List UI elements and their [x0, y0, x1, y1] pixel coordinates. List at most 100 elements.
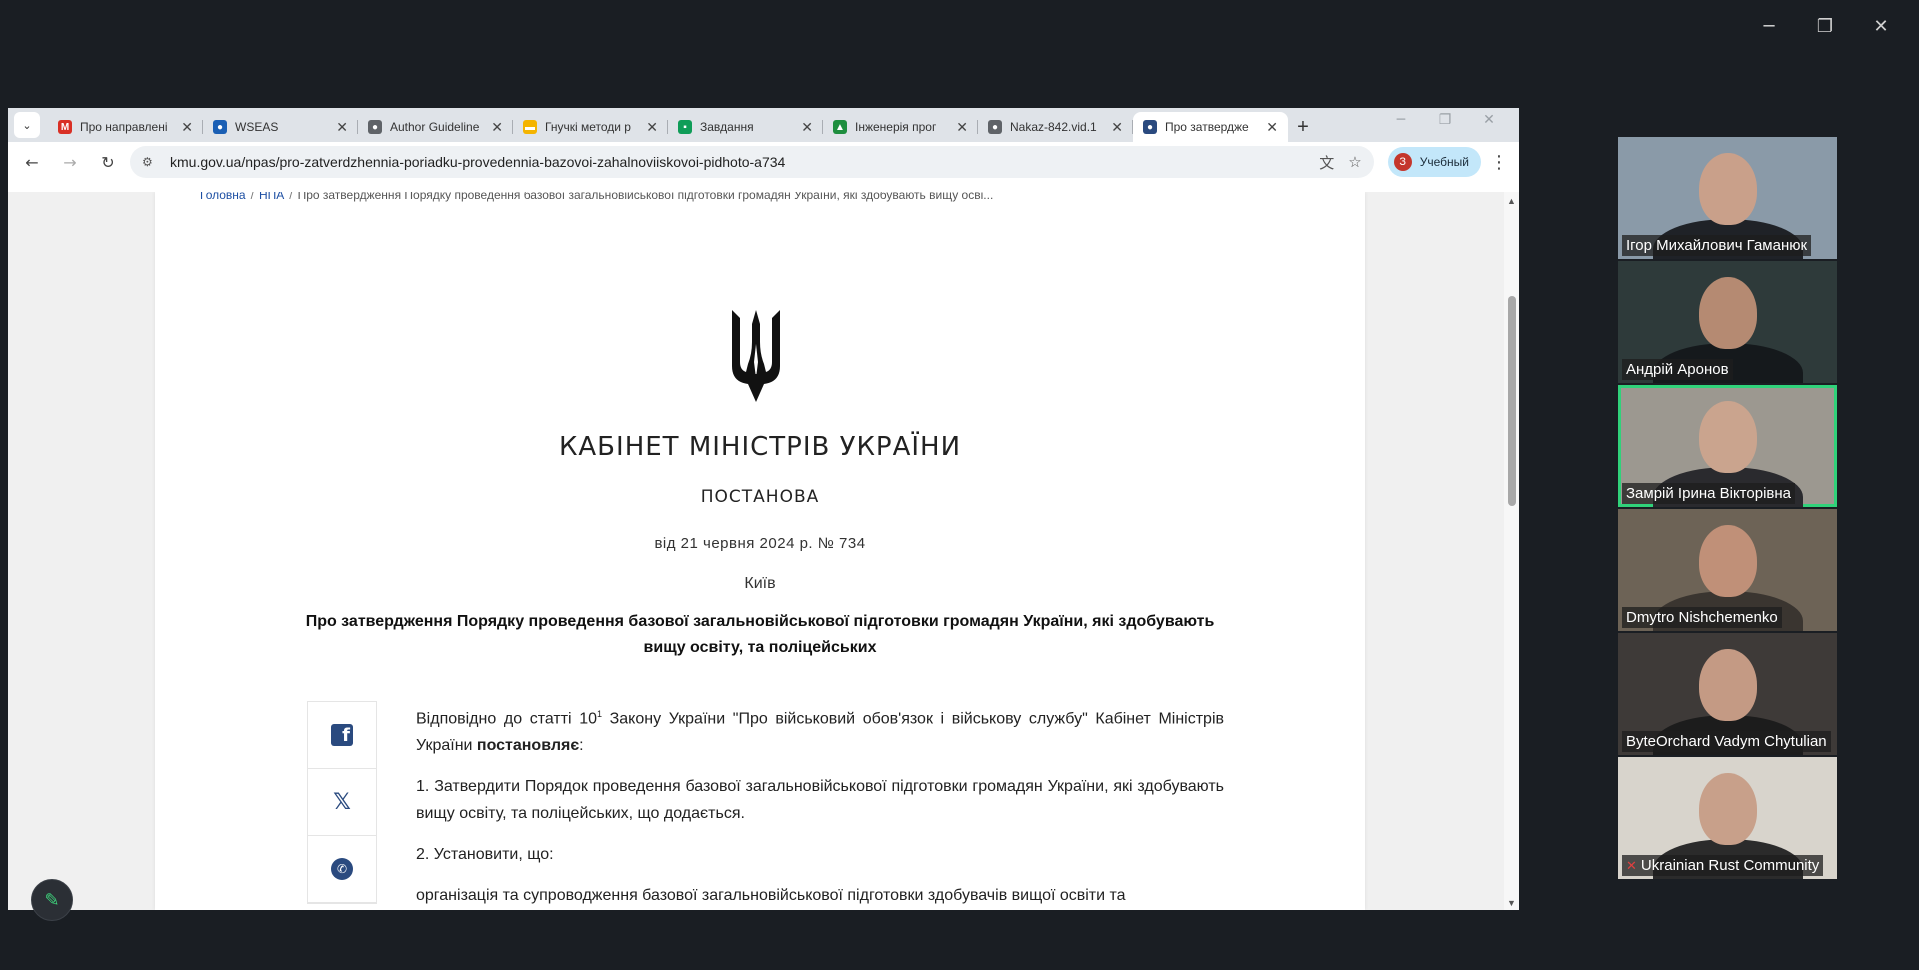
- tab-close-icon[interactable]: ✕: [801, 119, 813, 136]
- whatsapp-share-button[interactable]: ✆: [308, 836, 376, 903]
- page-viewport: Головна / НПА / Про затвердження Порядку про…: [8, 192, 1504, 910]
- participant-video-tile[interactable]: Dmytro Nishchemenko: [1618, 509, 1837, 631]
- browser-minimize-icon[interactable]: ─: [1379, 112, 1423, 128]
- translate-icon[interactable]: 文: [1319, 152, 1334, 173]
- x-share-button[interactable]: 𝕏: [308, 769, 376, 836]
- profile-label: Учебный: [1419, 155, 1469, 169]
- browser-menu-icon[interactable]: ⋮: [1487, 152, 1511, 173]
- scroll-up-icon[interactable]: ▲: [1507, 196, 1516, 206]
- participant-video-tile[interactable]: Ігор Михайлович Гаманюк: [1618, 137, 1837, 259]
- tab-title: Про затвердже: [1165, 120, 1249, 134]
- tab-close-icon[interactable]: ✕: [336, 119, 348, 136]
- tab-title: Nakaz-842.vid.1: [1010, 120, 1097, 134]
- facebook-icon: f: [331, 724, 353, 746]
- participant-video-tile[interactable]: Замрій Ірина Вікторівна: [1618, 385, 1837, 507]
- address-bar[interactable]: ⚙ kmu.gov.ua/npas/pro-zatverdzhennia-por…: [130, 146, 1374, 178]
- share-buttons: f 𝕏 ✆: [307, 701, 377, 904]
- tab-favicon-icon: ●: [1143, 120, 1157, 134]
- tab-search-icon[interactable]: ⌄: [14, 112, 40, 138]
- browser-close-icon[interactable]: ✕: [1467, 112, 1511, 128]
- browser-tab[interactable]: M Про направлені ✕: [48, 112, 203, 142]
- browser-tab[interactable]: ● Author Guideline ✕: [358, 112, 513, 142]
- document-page: Головна / НПА / Про затвердження Порядку про…: [155, 192, 1365, 910]
- document-body: Відповідно до статті 101 Закону України …: [416, 701, 1224, 910]
- scroll-down-icon[interactable]: ▼: [1507, 898, 1516, 908]
- minimize-window-button[interactable]: ─: [1741, 8, 1797, 44]
- resolution-date: від 21 червня 2024 р. № 734: [654, 535, 866, 552]
- participant-name: Замрій Ірина Вікторівна: [1622, 483, 1795, 504]
- forward-arrow-icon[interactable]: →: [54, 146, 86, 178]
- participant-video-tile[interactable]: Андрій Аронов: [1618, 261, 1837, 383]
- tab-favicon-icon: ▬: [523, 120, 537, 134]
- paragraph-3: 2. Установити, що:: [416, 846, 554, 864]
- restore-window-button[interactable]: ❐: [1797, 8, 1853, 44]
- tab-close-icon[interactable]: ✕: [1266, 119, 1278, 136]
- annotate-pencil-button[interactable]: ✎: [31, 879, 73, 921]
- resolution-city: Київ: [744, 575, 776, 592]
- tab-title: Інженерія прог: [855, 120, 937, 134]
- participant-video-tile[interactable]: ByteOrchard Vadym Chytulian: [1618, 633, 1837, 755]
- breadcrumb-home-link[interactable]: Головна: [200, 192, 246, 202]
- browser-tab[interactable]: ▲ Інженерія прог ✕: [823, 112, 978, 142]
- browser-tab[interactable]: ▪ Завдання ✕: [668, 112, 823, 142]
- new-tab-button[interactable]: +: [1288, 112, 1318, 142]
- tab-title: Author Guideline: [390, 120, 480, 134]
- breadcrumb-current: Про затвердження Порядку проведення базо…: [297, 192, 994, 202]
- tab-strip: ⌄ M Про направлені ✕ ● WSEAS ✕ ● Author Guideli…: [8, 108, 1519, 142]
- browser-tab[interactable]: ● Про затвердже ✕: [1133, 112, 1288, 142]
- page-heading: КАБІНЕТ МІНІСТРІВ УКРАЇНИ: [558, 432, 962, 462]
- browser-toolbar: ← → ↻ ⚙ kmu.gov.ua/npas/pro-zatverdzhenn…: [8, 142, 1519, 182]
- breadcrumb-npa-link[interactable]: НПА: [259, 192, 284, 202]
- document-title: Про затвердження Порядку проведення базо…: [305, 613, 1215, 656]
- tab-favicon-icon: ●: [213, 120, 227, 134]
- tab-close-icon[interactable]: ✕: [491, 119, 503, 136]
- paragraph-1: Відповідно до статті 101 Закону України …: [416, 709, 1224, 755]
- participant-face: [1698, 277, 1757, 349]
- url-text[interactable]: kmu.gov.ua/npas/pro-zatverdzhennia-poria…: [170, 154, 1305, 170]
- participant-face: [1698, 525, 1757, 597]
- participant-face: [1698, 773, 1757, 845]
- tab-favicon-icon: M: [58, 120, 72, 134]
- tab-favicon-icon: ●: [368, 120, 382, 134]
- close-window-button[interactable]: ✕: [1853, 8, 1909, 44]
- back-arrow-icon[interactable]: ←: [16, 146, 48, 178]
- browser-tab[interactable]: ● Nakaz-842.vid.1 ✕: [978, 112, 1133, 142]
- participant-video-tile[interactable]: ✕ Ukrainian Rust Community: [1618, 757, 1837, 879]
- participant-name: ✕ Ukrainian Rust Community: [1622, 855, 1824, 876]
- profile-button[interactable]: З Учебный: [1387, 147, 1481, 177]
- tab-title: Завдання: [700, 120, 754, 134]
- browser-tab[interactable]: ▬ Гнучкі методи р ✕: [513, 112, 668, 142]
- tab-close-icon[interactable]: ✕: [181, 119, 193, 136]
- participant-name: Ігор Михайлович Гаманюк: [1622, 235, 1812, 256]
- scrollbar-thumb[interactable]: [1508, 296, 1516, 506]
- paragraph-4: організація та супроводження базової заг…: [416, 887, 1126, 905]
- tab-close-icon[interactable]: ✕: [646, 119, 658, 136]
- bookmark-star-icon[interactable]: ☆: [1348, 153, 1361, 171]
- window-controls: ─ ❐ ✕: [1741, 8, 1909, 44]
- tab-favicon-icon: ▲: [833, 120, 847, 134]
- paragraph-2: 1. Затвердити Порядок проведення базової…: [416, 778, 1224, 823]
- participant-face: [1698, 649, 1757, 721]
- tab-close-icon[interactable]: ✕: [1111, 119, 1123, 136]
- site-settings-icon[interactable]: ⚙: [142, 155, 160, 169]
- mic-muted-icon: ✕: [1626, 859, 1637, 874]
- browser-tab[interactable]: ● WSEAS ✕: [203, 112, 358, 142]
- tab-title: Гнучкі методи р: [545, 120, 631, 134]
- browser-maximize-icon[interactable]: ❐: [1423, 112, 1467, 128]
- participant-name: Dmytro Nishchemenko: [1622, 607, 1782, 628]
- whatsapp-icon: ✆: [331, 858, 353, 880]
- tab-close-icon[interactable]: ✕: [956, 119, 968, 136]
- coat-of-arms-icon: [732, 310, 780, 402]
- facebook-share-button[interactable]: f: [308, 702, 376, 769]
- page-subheading: ПОСТАНОВА: [700, 487, 820, 507]
- page-scrollbar[interactable]: ▲ ▼: [1504, 192, 1519, 910]
- participant-face: [1698, 401, 1757, 473]
- reload-icon[interactable]: ↻: [92, 146, 124, 178]
- x-icon: 𝕏: [333, 789, 351, 815]
- profile-avatar: З: [1393, 153, 1412, 171]
- participant-name: Андрій Аронов: [1622, 359, 1733, 380]
- tab-favicon-icon: ●: [988, 120, 1002, 134]
- browser-window-controls: ─ ❐ ✕: [1379, 112, 1511, 128]
- participant-name: ByteOrchard Vadym Chytulian: [1622, 731, 1831, 752]
- tab-favicon-icon: ▪: [678, 120, 692, 134]
